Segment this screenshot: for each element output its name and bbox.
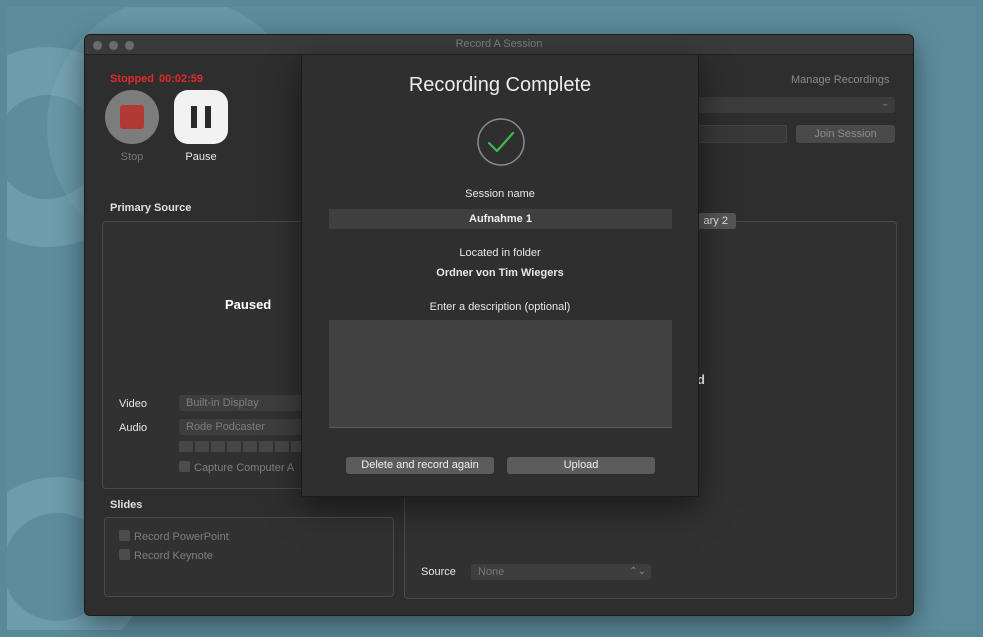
description-textarea[interactable] xyxy=(329,320,672,428)
video-select[interactable]: Built-in Display xyxy=(179,395,304,411)
record-keynote-row[interactable]: Record Keynote xyxy=(119,549,213,562)
capture-audio-checkbox[interactable] xyxy=(179,461,190,472)
recording-status: Stopped 00:02:59 xyxy=(110,73,203,85)
window-title: Record A Session xyxy=(455,38,543,50)
source-select[interactable]: None ⌃⌄ xyxy=(471,564,651,580)
join-session-button[interactable]: Join Session xyxy=(796,125,895,143)
record-session-window: Record A Session Stopped 00:02:59 Stop Pa… xyxy=(84,34,914,616)
status-time: 00:02:59 xyxy=(159,73,204,85)
recording-complete-sheet: Recording Complete Session name Aufnahme… xyxy=(301,55,699,497)
primary-source-heading: Primary Source xyxy=(110,202,192,214)
delete-and-record-again-button[interactable]: Delete and record again xyxy=(346,457,494,474)
record-keynote-checkbox[interactable] xyxy=(119,549,130,560)
session-select[interactable]: ⌄ xyxy=(697,97,895,113)
record-keynote-label: Record Keynote xyxy=(134,550,213,562)
pause-button[interactable] xyxy=(174,90,228,144)
checkmark-icon xyxy=(477,118,525,166)
join-session-input[interactable] xyxy=(697,125,787,143)
audio-label: Audio xyxy=(119,422,148,434)
pause-label: Pause xyxy=(185,151,217,163)
sheet-title: Recording Complete xyxy=(408,74,592,96)
session-name-field[interactable]: Aufnahme 1 xyxy=(329,209,672,229)
record-powerpoint-label: Record PowerPoint xyxy=(134,531,229,543)
folder-value: Ordner von Tim Wiegers xyxy=(436,267,564,279)
upload-button[interactable]: Upload xyxy=(507,457,655,474)
primary-preview-status: Paused xyxy=(225,297,272,312)
source-select-value: None xyxy=(478,566,505,578)
source-label: Source xyxy=(421,566,456,578)
record-powerpoint-checkbox[interactable] xyxy=(119,530,130,541)
capture-computer-audio-row[interactable]: Capture Computer A xyxy=(179,461,294,474)
stop-button[interactable] xyxy=(105,90,159,144)
stop-icon xyxy=(120,105,144,129)
video-label: Video xyxy=(119,398,147,410)
manage-recordings-link[interactable]: Manage Recordings xyxy=(791,74,889,86)
audio-select[interactable]: Rode Podcaster xyxy=(179,419,304,435)
record-powerpoint-row[interactable]: Record PowerPoint xyxy=(119,530,229,543)
capture-audio-label: Capture Computer A xyxy=(194,462,295,474)
title-bar[interactable]: Record A Session xyxy=(85,35,913,55)
chevron-updown-icon: ⌃⌄ xyxy=(629,566,646,577)
slides-heading: Slides xyxy=(110,499,143,511)
chevron-down-icon: ⌄ xyxy=(881,98,889,108)
status-state: Stopped xyxy=(110,73,154,85)
session-name-label: Session name xyxy=(465,188,535,200)
audio-level-meter xyxy=(179,441,305,452)
description-label: Enter a description (optional) xyxy=(429,301,571,313)
folder-label: Located in folder xyxy=(459,247,541,259)
stop-label: Stop xyxy=(120,151,144,163)
